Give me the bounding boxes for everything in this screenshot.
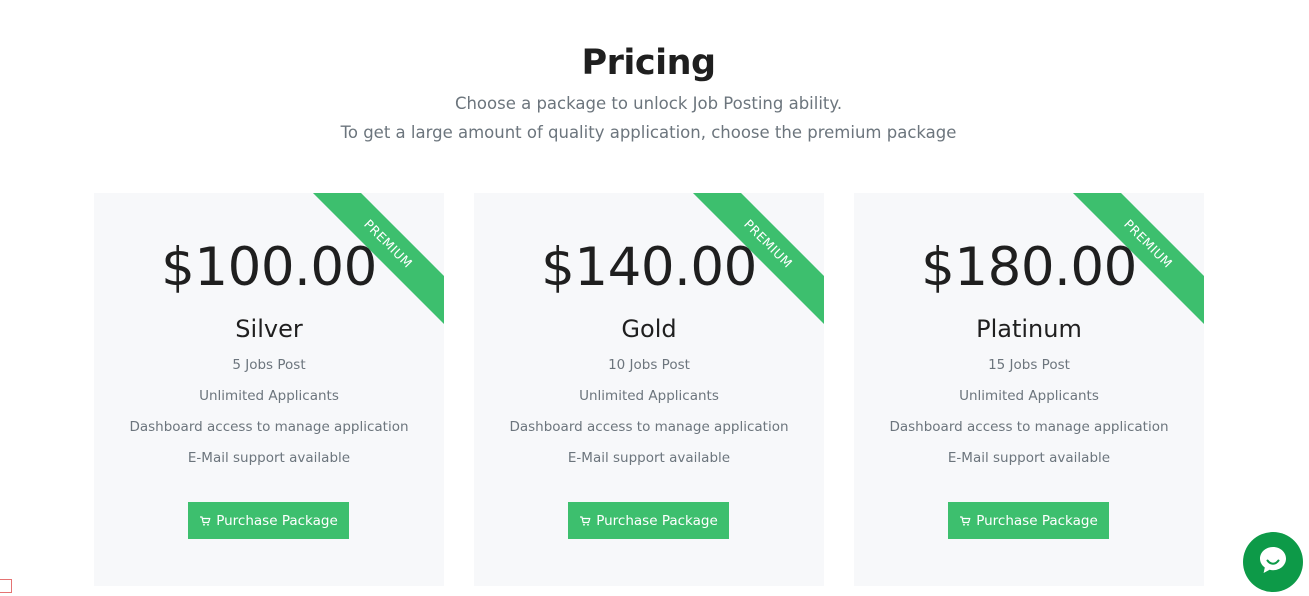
feature-item: Unlimited Applicants	[579, 388, 719, 404]
feature-item: 5 Jobs Post	[232, 357, 306, 373]
purchase-button-label: Purchase Package	[216, 512, 338, 529]
purchase-button-label: Purchase Package	[976, 512, 1098, 529]
feature-item: Dashboard access to manage application	[509, 419, 789, 435]
feature-item: E-Mail support available	[947, 450, 1111, 466]
subtitle-line-1: Choose a package to unlock Job Posting a…	[454, 94, 843, 113]
purchase-button-label: Purchase Package	[596, 512, 718, 529]
chat-bubble-icon	[1256, 543, 1290, 581]
pricing-card-silver: PREMIUM $100.00 Silver 5 Jobs Post Unlim…	[94, 193, 444, 586]
feature-item: Unlimited Applicants	[959, 388, 1099, 404]
package-name: Gold	[621, 315, 677, 343]
cart-icon	[579, 515, 591, 527]
feature-item: E-Mail support available	[187, 450, 351, 466]
purchase-package-button[interactable]: Purchase Package	[568, 502, 729, 539]
cart-icon	[199, 515, 211, 527]
package-price: $180.00	[921, 237, 1137, 298]
package-price: $140.00	[541, 237, 757, 298]
pricing-page: Pricing Choose a package to unlock Job P…	[0, 0, 1309, 596]
page-edge-marker	[0, 579, 12, 593]
cart-icon	[959, 515, 971, 527]
package-name: Platinum	[976, 315, 1082, 343]
purchase-package-button[interactable]: Purchase Package	[188, 502, 349, 539]
feature-item: 10 Jobs Post	[608, 357, 690, 373]
purchase-package-button[interactable]: Purchase Package	[948, 502, 1109, 539]
feature-item: E-Mail support available	[567, 450, 731, 466]
feature-item: Dashboard access to manage application	[889, 419, 1169, 435]
feature-item: Dashboard access to manage application	[129, 419, 409, 435]
chat-widget-button[interactable]	[1243, 532, 1303, 592]
package-name: Silver	[235, 315, 303, 343]
page-title: Pricing	[581, 43, 716, 83]
feature-item: 15 Jobs Post	[988, 357, 1070, 373]
subtitle-line-2: To get a large amount of quality applica…	[340, 123, 957, 142]
feature-item: Unlimited Applicants	[199, 388, 339, 404]
package-price: $100.00	[161, 237, 377, 298]
pricing-card-platinum: PREMIUM $180.00 Platinum 15 Jobs Post Un…	[854, 193, 1204, 586]
pricing-card-gold: PREMIUM $140.00 Gold 10 Jobs Post Unlimi…	[474, 193, 824, 586]
